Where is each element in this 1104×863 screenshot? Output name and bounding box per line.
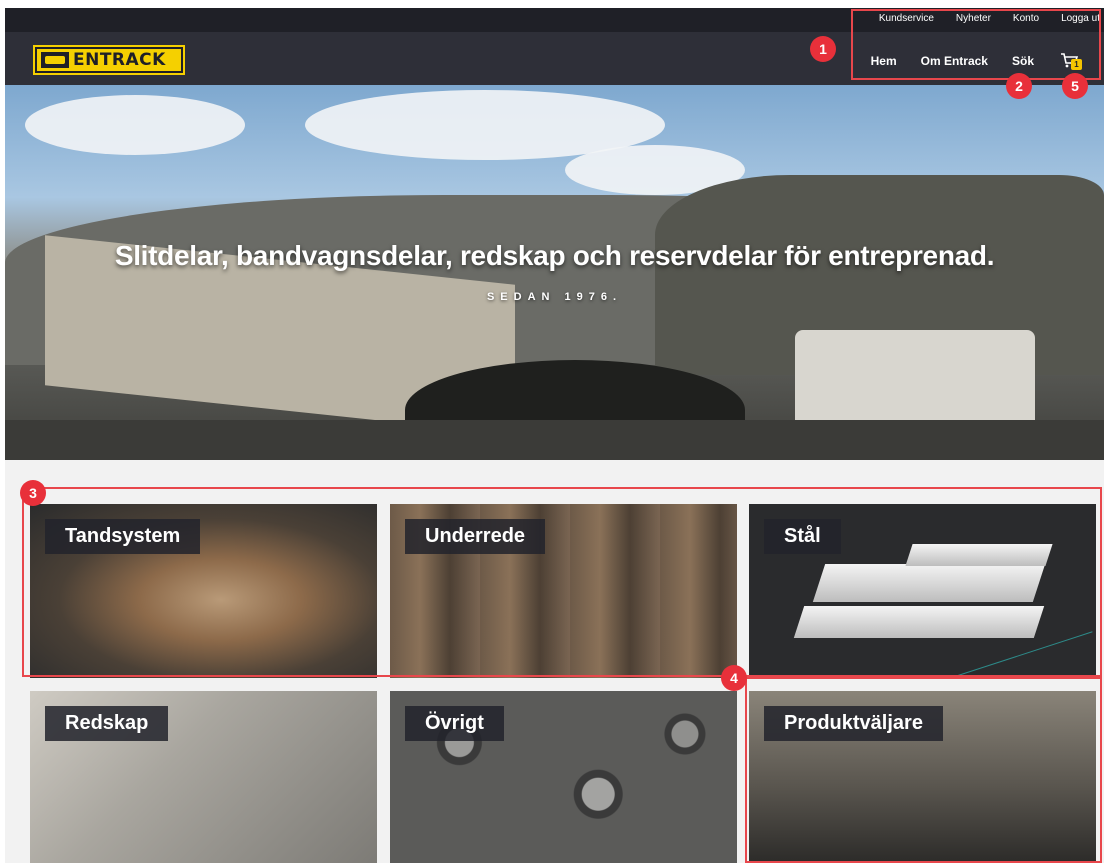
logo-frame: ENTRACK: [35, 47, 183, 73]
logo[interactable]: ENTRACK: [33, 45, 185, 75]
annotation-badge-3: 3: [20, 480, 46, 506]
hero-banner: Slitdelar, bandvagnsdelar, redskap och r…: [5, 85, 1104, 460]
logo-mark-icon: [41, 52, 69, 68]
hero-title: Slitdelar, bandvagnsdelar, redskap och r…: [114, 240, 995, 271]
annotation-badge-1: 1: [810, 36, 836, 62]
category-label: Redskap: [45, 706, 169, 741]
annotation-box-produktvaljare: [745, 677, 1102, 863]
hero-ground: [5, 420, 1104, 460]
category-tile-redskap[interactable]: Redskap: [30, 691, 377, 863]
hero-wheel-loader: [795, 330, 1035, 430]
hero-subtitle: SEDAN 1976.: [486, 291, 623, 303]
annotation-badge-5: 5: [1062, 73, 1088, 99]
page: Kundservice Nyheter Konto Logga ut ENTRA…: [0, 0, 1104, 863]
category-label: Övrigt: [405, 706, 504, 741]
annotation-badge-4: 4: [721, 665, 747, 691]
annotation-box-categories: [22, 487, 1102, 677]
logo-text: ENTRACK: [73, 50, 166, 70]
hero-cloud: [25, 95, 245, 155]
annotation-badge-2: 2: [1006, 73, 1032, 99]
annotation-box-header-nav: [851, 9, 1101, 80]
category-tile-ovrigt[interactable]: Övrigt: [390, 691, 737, 863]
